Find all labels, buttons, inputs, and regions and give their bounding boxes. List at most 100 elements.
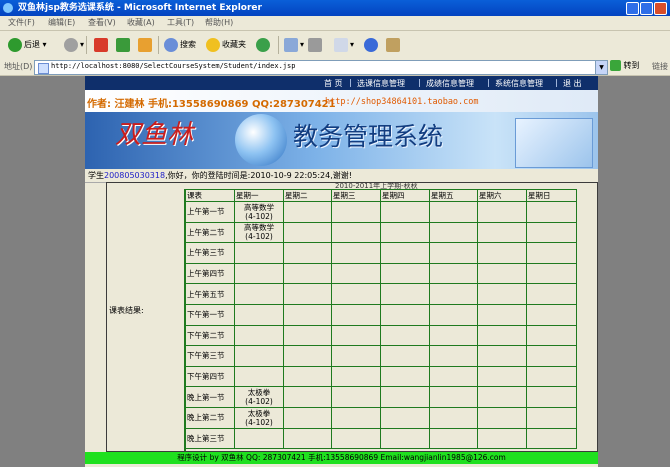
nav-system-info[interactable]: 系统信息管理: [495, 78, 543, 89]
address-url: http://localhost:8080/SelectCourseSystem…: [51, 62, 296, 70]
star-icon: [206, 37, 220, 52]
menu-favorites[interactable]: 收藏(A): [127, 17, 155, 28]
window-titlebar: 双鱼林jsp教务选课系统 - Microsoft Internet Explor…: [0, 0, 670, 16]
schedule-cell: [380, 201, 430, 223]
schedule-cell: [526, 324, 577, 347]
nav-home[interactable]: 首 页: [324, 78, 343, 89]
schedule-cell: [380, 386, 430, 408]
schedule-cell: [526, 242, 577, 264]
schedule-cell: [283, 201, 332, 223]
menu-tools[interactable]: 工具(T): [167, 17, 194, 28]
forward-button[interactable]: ▾: [64, 36, 84, 54]
schedule-cell: [429, 427, 478, 450]
table-row: 下午第四节: [185, 365, 577, 388]
go-button[interactable]: 转到: [610, 60, 640, 71]
research-icon: [386, 37, 400, 52]
schedule-cell: [283, 262, 332, 285]
table-row: 上午第一节 高等数学 (4-102): [185, 201, 577, 223]
edit-button[interactable]: ▾: [334, 36, 354, 54]
favorites-button[interactable]: 收藏夹: [206, 36, 246, 54]
refresh-icon: [116, 37, 130, 52]
table-row: 上午第四节: [185, 262, 577, 285]
period-label: 下午第四节: [185, 365, 235, 388]
menu-edit[interactable]: 编辑(E): [48, 17, 75, 28]
back-button[interactable]: 后退 ▾: [8, 36, 47, 54]
globe-graphic: [235, 114, 287, 166]
schedule-cell: [331, 427, 381, 450]
schedule-cell: [477, 406, 527, 429]
schedule-cell: [477, 201, 527, 223]
messenger-icon: [364, 37, 378, 52]
research-button[interactable]: [386, 36, 402, 54]
schedule-cell: [526, 365, 577, 388]
schedule-cell: [331, 345, 381, 367]
schedule-cell: [331, 303, 381, 326]
nav-grade-info[interactable]: 成绩信息管理: [426, 78, 474, 89]
schedule-header-cell: 星期四: [380, 189, 430, 202]
forward-arrow-icon: [64, 37, 78, 52]
window-title: 双鱼林jsp教务选课系统 - Microsoft Internet Explor…: [18, 3, 262, 13]
schedule-cell: [331, 242, 381, 264]
schedule-cell: [234, 427, 284, 450]
close-button[interactable]: [654, 2, 667, 15]
schedule-cell: [429, 365, 478, 388]
schedule-cell: [477, 283, 527, 305]
search-button[interactable]: 搜索: [164, 36, 196, 54]
schedule-cell: [380, 242, 430, 264]
messenger-button[interactable]: [364, 36, 380, 54]
nav-logout[interactable]: 退 出: [563, 78, 582, 89]
period-label: 晚上第一节: [185, 386, 235, 408]
search-icon: [164, 37, 178, 52]
schedule-cell: [234, 303, 284, 326]
minimize-button[interactable]: [626, 2, 639, 15]
schedule-cell: [283, 283, 332, 305]
table-row: 晚上第二节 太极拳 (4-102): [185, 406, 577, 429]
menu-help[interactable]: 帮助(H): [205, 17, 233, 28]
schedule-cell: [283, 386, 332, 408]
ie-icon: [3, 3, 13, 13]
schedule-cell: [477, 242, 527, 264]
maximize-button[interactable]: [640, 2, 653, 15]
table-row: 下午第三节: [185, 345, 577, 367]
nav-separator: [488, 79, 489, 87]
schedule-cell: [429, 345, 478, 367]
schedule-cell: [283, 406, 332, 429]
schedule-cell: [526, 427, 577, 450]
period-label: 上午第五节: [185, 283, 235, 305]
address-bar: 地址(D) http://localhost:8080/SelectCourse…: [0, 59, 670, 76]
period-label: 上午第一节: [185, 201, 235, 223]
schedule-header-cell: 星期一: [234, 189, 284, 202]
top-nav: 首 页 选课信息管理 成绩信息管理 系统信息管理 退 出: [85, 76, 598, 90]
schedule-cell: [477, 221, 527, 244]
schedule-cell: [380, 406, 430, 429]
schedule-cell: [526, 303, 577, 326]
menu-view[interactable]: 查看(V): [88, 17, 116, 28]
table-row: 下午第二节: [185, 324, 577, 347]
course-name: 太极拳: [247, 408, 271, 418]
stop-button[interactable]: [94, 36, 110, 54]
refresh-button[interactable]: [116, 36, 132, 54]
schedule-cell: [380, 427, 430, 450]
schedule-cell: [380, 345, 430, 367]
schedule-cell: 高等数学 (4-102): [234, 201, 284, 223]
links-button[interactable]: 链接: [652, 61, 668, 72]
address-dropdown[interactable]: ▼: [595, 61, 607, 74]
schedule-cell: [331, 221, 381, 244]
mail-button[interactable]: ▾: [284, 36, 304, 54]
course-room: (4-102): [245, 397, 273, 407]
menu-file[interactable]: 文件(F): [8, 17, 35, 28]
print-button[interactable]: [308, 36, 324, 54]
address-input[interactable]: http://localhost:8080/SelectCourseSystem…: [34, 60, 608, 75]
history-button[interactable]: [256, 36, 272, 54]
schedule-cell: [331, 262, 381, 285]
back-arrow-icon: [8, 37, 22, 52]
schedule-cell: [331, 386, 381, 408]
period-label: 晚上第二节: [185, 406, 235, 429]
schedule-cell: [429, 303, 478, 326]
schedule-cell: [283, 303, 332, 326]
schedule-cell: [380, 221, 430, 244]
mail-icon: [284, 37, 298, 52]
nav-course-info[interactable]: 选课信息管理: [357, 78, 405, 89]
course-name: 高等数学: [244, 223, 274, 233]
home-button[interactable]: [138, 36, 154, 54]
